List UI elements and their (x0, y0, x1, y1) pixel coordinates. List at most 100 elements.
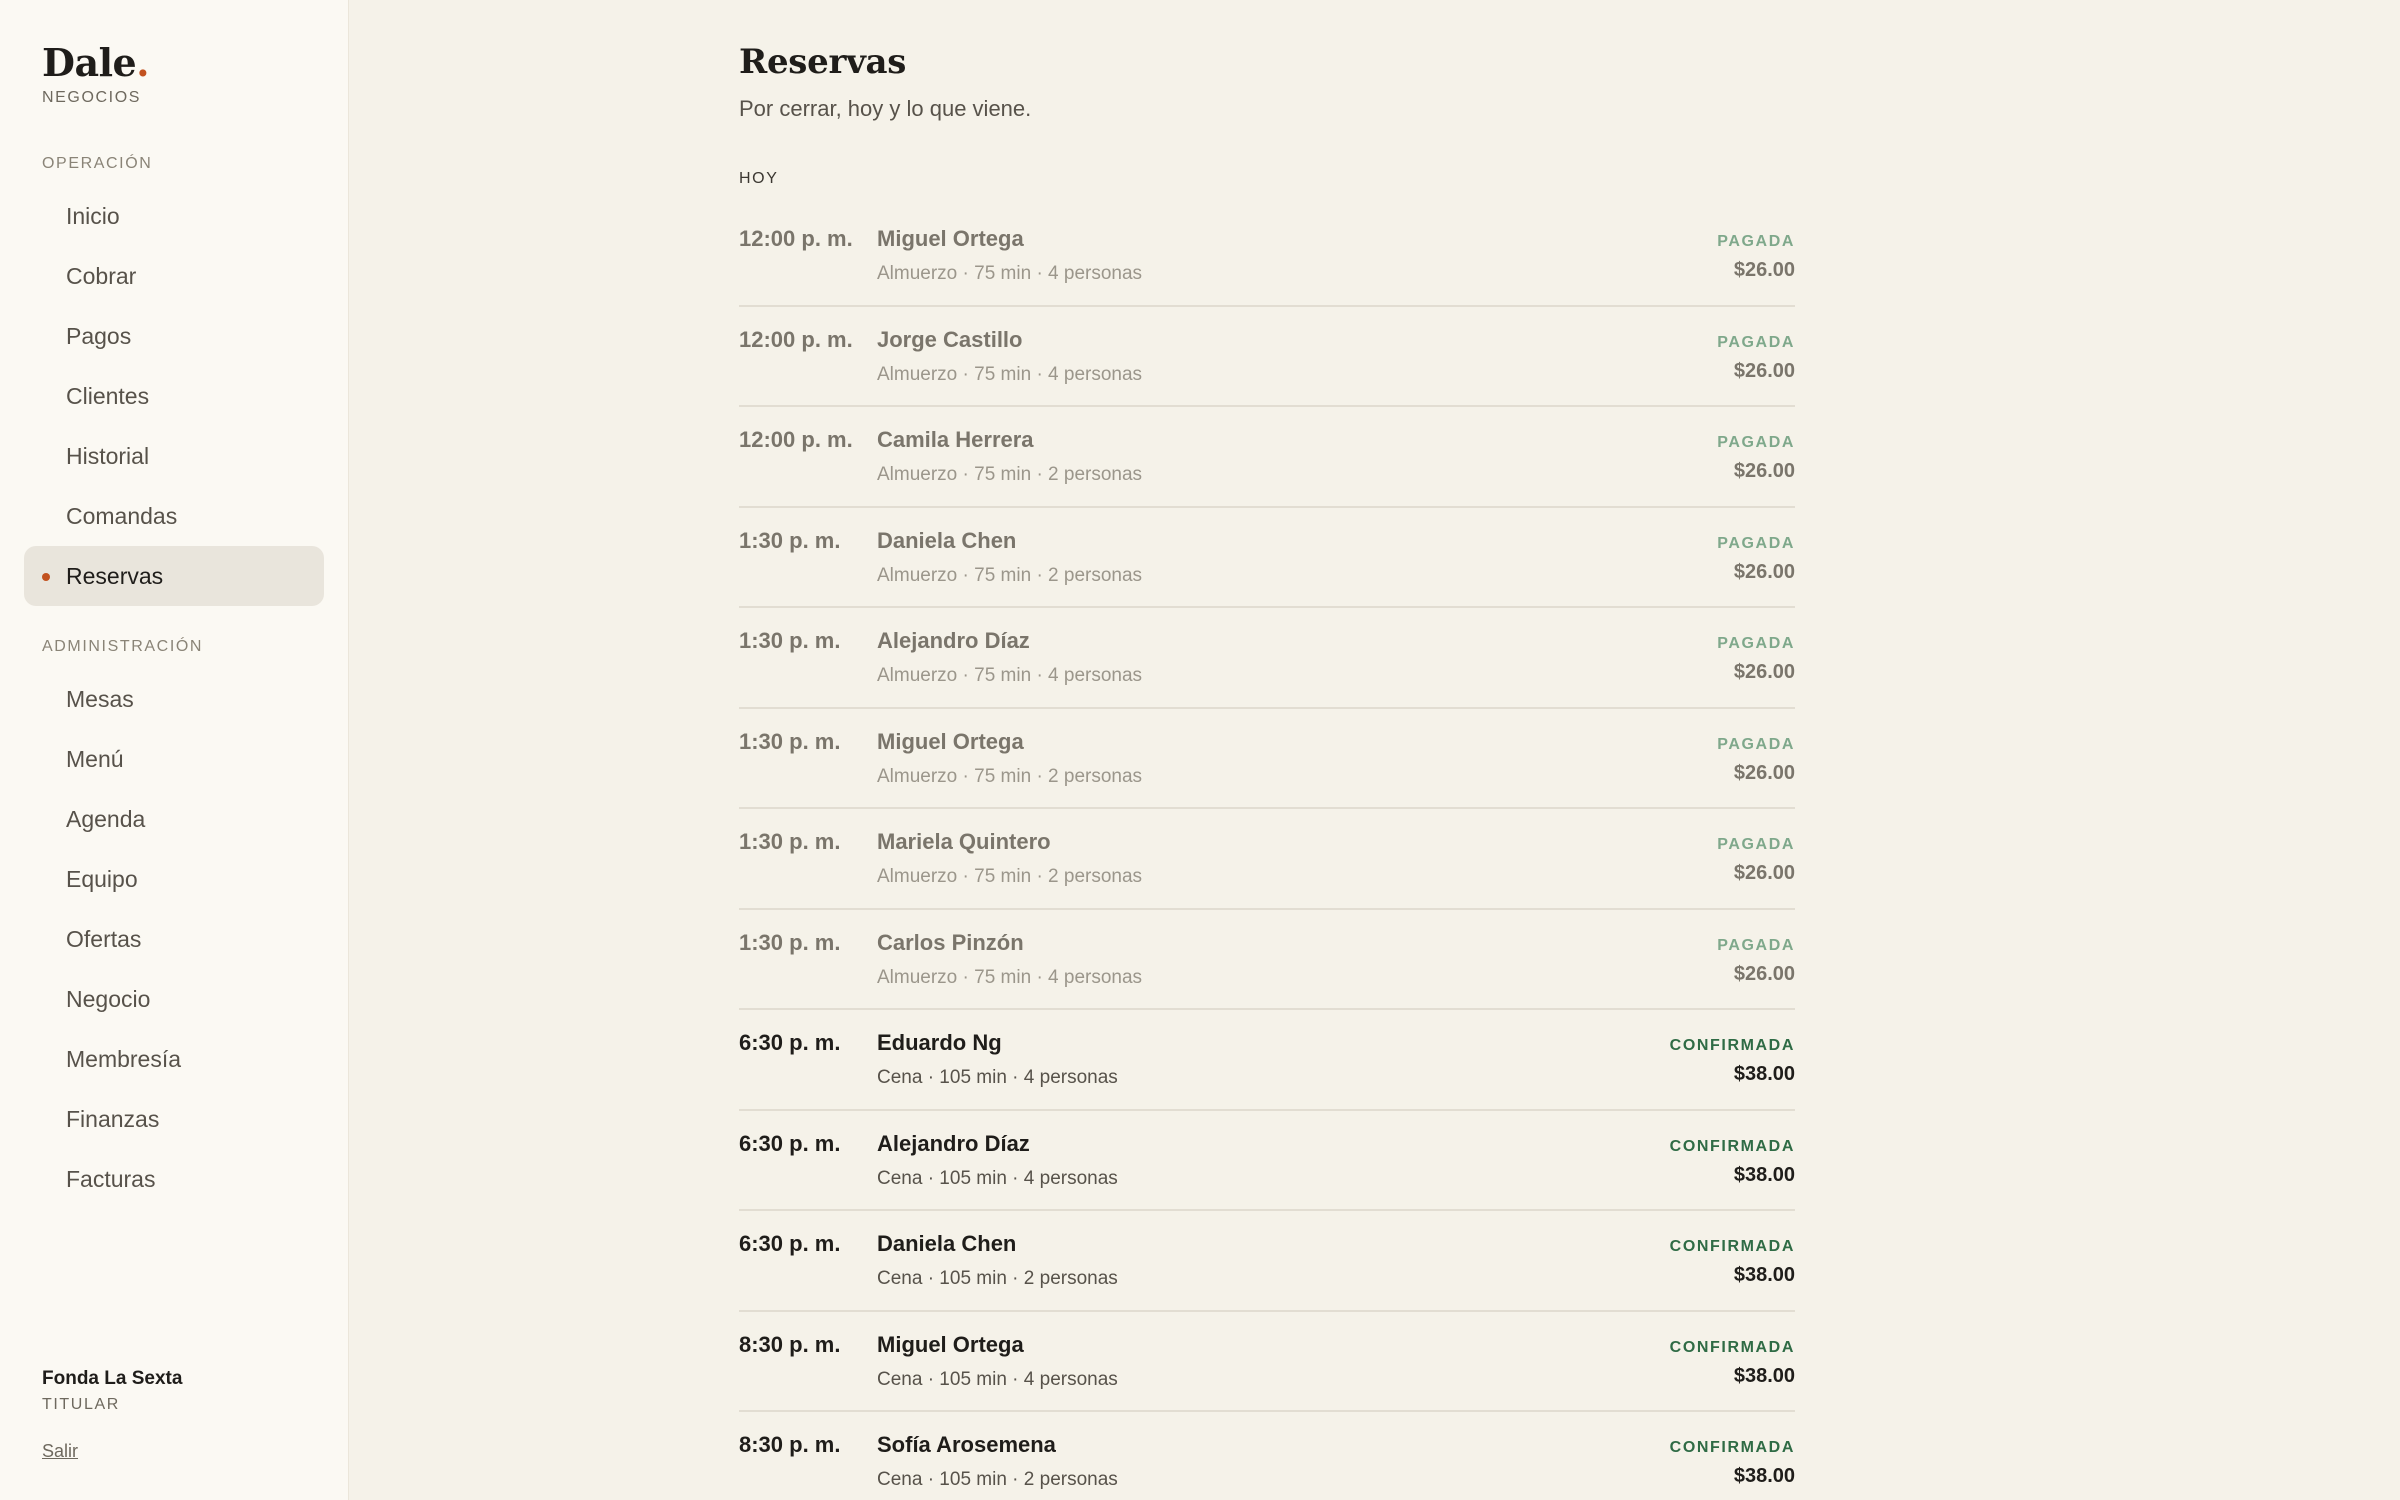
sidebar-item-finanzas[interactable]: Finanzas (24, 1089, 324, 1149)
customer-name: Miguel Ortega (877, 226, 1024, 251)
reservation-row[interactable]: 1:30 p. m. Mariela Quintero Almuerzo · 75 … (739, 809, 1795, 910)
reservation-price: $26.00 (1733, 862, 1795, 884)
customer-name: Miguel Ortega (877, 728, 1024, 754)
sidebar-item-negocio[interactable]: Negocio (24, 969, 324, 1029)
status-badge: CONFIRMADA (1669, 1137, 1795, 1155)
reservation-time: 6:30 p. m. (739, 1030, 841, 1055)
sidebar-item-cobrar[interactable]: Cobrar (24, 246, 324, 306)
customer-name: Eduardo Ng (877, 1030, 1002, 1055)
reservation-details: Almuerzo · 75 min · 4 personas (877, 966, 1143, 988)
reservation-row[interactable]: 12:00 p. m. Camila Herrera Almuerzo · 75 m… (739, 407, 1795, 508)
reservation-row[interactable]: 1:30 p. m. Alejandro Díaz Almuerzo · 75 mi… (739, 608, 1795, 709)
sidebar-item-mesas[interactable]: Mesas (24, 669, 324, 729)
account-info: Fonda La Sexta TITULAR (42, 1368, 182, 1414)
reservation-row[interactable]: 1:30 p. m. Daniela Chen Almuerzo · 75 min … (739, 508, 1795, 608)
reservation-row[interactable]: 1:30 p. m. Carlos Pinzón Almuerzo · 75 min… (739, 910, 1795, 1010)
reservation-time: 6:30 p. m. (739, 1231, 841, 1256)
logout-link[interactable]: Salir (42, 1441, 78, 1462)
sidebar-item-inicio[interactable]: Inicio (24, 186, 324, 246)
reservation-row[interactable]: 6:30 p. m. Alejandro Díaz Cena · 105 min ·… (739, 1111, 1795, 1211)
reservation-price: $26.00 (1733, 962, 1795, 985)
sidebar-item-label: Equipo (66, 865, 138, 892)
reservation-details: Almuerzo · 75 min · 4 personas (877, 263, 1143, 284)
sidebar-item-label: Comandas (66, 502, 178, 529)
sidebar: Dale. NEGOCIOS OPERACIÓN Inicio Cobrar Pag… (0, 0, 349, 1500)
account-name: Fonda La Sexta (42, 1368, 183, 1389)
app-shell: Dale. NEGOCIOS OPERACIÓN Inicio Cobrar Pag… (0, 0, 2400, 1500)
reservation-time: 6:30 p. m. (739, 1130, 841, 1156)
section-label-hoy: HOY (739, 170, 779, 187)
reservation-details: Cena · 105 min · 4 personas (877, 1167, 1118, 1189)
sidebar-item-label: Negocio (66, 985, 151, 1012)
sidebar-item-agenda[interactable]: Agenda (24, 789, 324, 849)
status-badge: PAGADA (1717, 233, 1795, 250)
sidebar-item-equipo[interactable]: Equipo (24, 849, 324, 909)
reservation-details: Cena · 105 min · 4 personas (877, 1067, 1118, 1088)
customer-name: Alejandro Díaz (877, 628, 1030, 653)
reservation-row[interactable]: 12:00 p. m. Miguel Ortega Almuerzo · 75 mi… (739, 206, 1795, 307)
sidebar-item-reservas[interactable]: Reservas (24, 546, 324, 606)
main-content: Reservas Por cerrar, hoy y lo que viene.… (349, 0, 2400, 1500)
reservation-price: $38.00 (1733, 1264, 1795, 1286)
status-badge: CONFIRMADA (1669, 1238, 1795, 1255)
customer-name: Camila Herrera (877, 427, 1034, 452)
reservation-row[interactable]: 8:30 p. m. Sofía Arosemena Cena · 105 min … (739, 1412, 1795, 1500)
customer-name: Miguel Ortega (877, 1331, 1024, 1357)
sidebar-item-pagos[interactable]: Pagos (24, 306, 324, 366)
reservation-details: Cena · 105 min · 2 personas (877, 1268, 1118, 1289)
sidebar-item-clientes[interactable]: Clientes (24, 366, 324, 426)
sidebar-item-label: Membresía (66, 1045, 182, 1072)
reservation-price: $26.00 (1733, 560, 1795, 583)
brand-subtitle: NEGOCIOS (42, 89, 142, 106)
reservation-price: $38.00 (1733, 1063, 1795, 1085)
customer-name: Sofía Arosemena (877, 1432, 1056, 1457)
sidebar-item-label: Finanzas (66, 1105, 160, 1132)
reservation-price: $38.00 (1733, 1163, 1795, 1186)
nav-section-administracion: ADMINISTRACIÓN (42, 638, 204, 655)
sidebar-item-label: Cobrar (66, 262, 137, 289)
brand-name: Dale. (42, 40, 149, 85)
reservation-time: 1:30 p. m. (739, 929, 841, 955)
reservation-price: $26.00 (1733, 259, 1795, 281)
status-badge: CONFIRMADA (1669, 1338, 1795, 1356)
status-badge: PAGADA (1717, 735, 1795, 753)
reservation-time: 1:30 p. m. (739, 829, 841, 854)
reservation-row[interactable]: 6:30 p. m. Eduardo Ng Cena · 105 min · 4 p… (739, 1010, 1795, 1111)
reservation-row[interactable]: 6:30 p. m. Daniela Chen Cena · 105 min · 2… (739, 1211, 1795, 1312)
status-badge: PAGADA (1717, 333, 1795, 351)
sidebar-item-label: Ofertas (66, 925, 142, 952)
sidebar-item-label: Clientes (66, 382, 150, 409)
reservation-price: $26.00 (1733, 661, 1795, 683)
reservation-time: 8:30 p. m. (739, 1432, 841, 1457)
reservation-time: 12:00 p. m. (739, 427, 853, 452)
customer-name: Jorge Castillo (877, 326, 1023, 352)
active-indicator-dot (42, 573, 50, 581)
reservation-time: 1:30 p. m. (739, 728, 841, 754)
reservation-details: Almuerzo · 75 min · 4 personas (877, 665, 1143, 686)
sidebar-item-label: Menú (66, 745, 124, 772)
customer-name: Alejandro Díaz (877, 1130, 1030, 1156)
reservation-list: 12:00 p. m. Miguel Ortega Almuerzo · 75 mi… (739, 206, 1795, 1500)
reservation-price: $38.00 (1733, 1364, 1795, 1387)
reservation-row[interactable]: 1:30 p. m. Miguel Ortega Almuerzo · 75 min… (739, 709, 1795, 809)
sidebar-item-label: Pagos (66, 322, 132, 349)
sidebar-item-ofertas[interactable]: Ofertas (24, 909, 324, 969)
reservation-row[interactable]: 8:30 p. m. Miguel Ortega Cena · 105 min · … (739, 1312, 1795, 1412)
customer-name: Carlos Pinzón (877, 929, 1024, 955)
reservation-row[interactable]: 12:00 p. m. Jorge Castillo Almuerzo · 75 m… (739, 307, 1795, 407)
page-title: Reservas (739, 42, 907, 82)
customer-name: Daniela Chen (877, 527, 1017, 553)
status-badge: CONFIRMADA (1669, 1439, 1795, 1456)
sidebar-item-menu[interactable]: Menú (24, 729, 324, 789)
sidebar-item-comandas[interactable]: Comandas (24, 486, 324, 546)
sidebar-item-label: Mesas (66, 685, 134, 712)
sidebar-item-facturas[interactable]: Facturas (24, 1149, 324, 1209)
brand-logo[interactable]: Dale. NEGOCIOS (42, 40, 149, 107)
account-role: TITULAR (42, 1396, 120, 1413)
customer-name: Daniela Chen (877, 1231, 1017, 1256)
nav-section-operacion: OPERACIÓN (42, 155, 153, 172)
sidebar-item-historial[interactable]: Historial (24, 426, 324, 486)
sidebar-item-membresia[interactable]: Membresía (24, 1029, 324, 1089)
reservation-details: Almuerzo · 75 min · 2 personas (877, 464, 1143, 485)
status-badge: PAGADA (1717, 936, 1795, 954)
